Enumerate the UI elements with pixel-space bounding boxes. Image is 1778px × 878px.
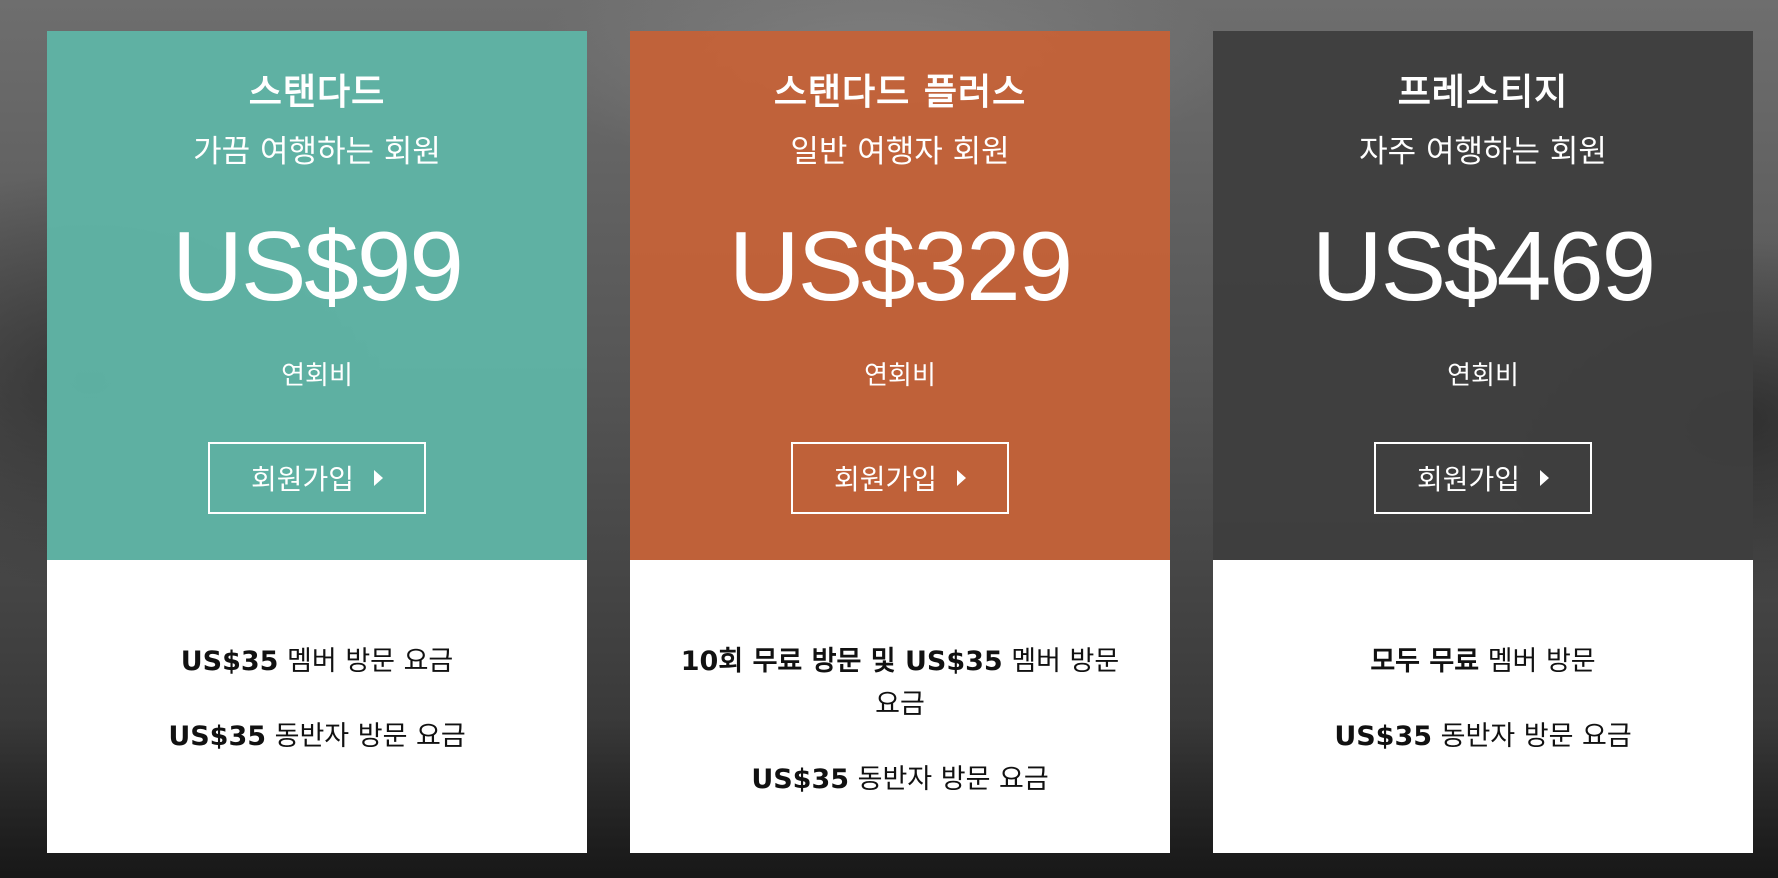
- benefit-bold: US$35: [751, 764, 850, 796]
- plan-benefits: 10회 무료 방문 및 US$35 멤버 방문 요금 US$35 동반자 방문 …: [630, 560, 1170, 853]
- benefit-text: 멤버 방문: [1479, 646, 1596, 677]
- caret-right-icon: [1540, 470, 1550, 487]
- benefit-bold: US$35: [180, 646, 279, 677]
- plan-description: 일반 여행자 회원: [790, 134, 1010, 171]
- plan-card-standard: 스탠다드 가끔 여행하는 회원 US$99 연회비 회원가입 US$35 멤버 …: [47, 31, 587, 853]
- benefit-bold: US$35: [168, 721, 267, 753]
- join-button-label: 회원가입: [1416, 463, 1521, 497]
- benefit-item: 10회 무료 방문 및 US$35 멤버 방문 요금: [670, 640, 1130, 726]
- join-button[interactable]: 회원가입: [208, 442, 426, 515]
- benefit-item: US$35 동반자 방문 요금: [1334, 715, 1631, 758]
- benefit-text: 멤버 방문 요금: [278, 646, 454, 677]
- benefit-bold: 10회 무료 방문 및 US$35: [680, 646, 1003, 677]
- plan-benefits: US$35 멤버 방문 요금 US$35 동반자 방문 요금: [47, 560, 587, 853]
- benefit-bold: US$35: [1334, 721, 1433, 753]
- plan-header-standard-plus: 스탠다드 플러스 일반 여행자 회원 US$329 연회비 회원가입: [630, 31, 1170, 560]
- benefit-text: 동반자 방문 요금: [1432, 721, 1632, 753]
- plan-benefits: 모두 무료 멤버 방문 US$35 동반자 방문 요금: [1213, 560, 1753, 853]
- benefit-item: US$35 동반자 방문 요금: [168, 715, 465, 758]
- caret-right-icon: [374, 470, 384, 487]
- plan-header-standard: 스탠다드 가끔 여행하는 회원 US$99 연회비 회원가입: [47, 31, 587, 560]
- pricing-cards: 스탠다드 가끔 여행하는 회원 US$99 연회비 회원가입 US$35 멤버 …: [47, 31, 1753, 853]
- plan-price: US$99: [172, 211, 464, 322]
- price-note: 연회비: [1447, 361, 1519, 392]
- join-button[interactable]: 회원가입: [791, 442, 1009, 515]
- join-button-label: 회원가입: [250, 463, 355, 497]
- plan-price: US$469: [1311, 211, 1656, 322]
- plan-name: 프레스티지: [1397, 72, 1569, 113]
- caret-right-icon: [957, 470, 967, 487]
- benefit-item: US$35 동반자 방문 요금: [751, 758, 1048, 801]
- join-button-label: 회원가입: [833, 463, 938, 497]
- plan-card-prestige: 프레스티지 자주 여행하는 회원 US$469 연회비 회원가입 모두 무료 멤…: [1213, 31, 1753, 853]
- benefit-text: 동반자 방문 요금: [849, 764, 1049, 796]
- benefit-bold: 모두 무료: [1370, 646, 1480, 677]
- benefit-text: 동반자 방문 요금: [266, 721, 466, 753]
- plan-name: 스탠다드: [248, 72, 386, 113]
- price-note: 연회비: [864, 361, 936, 392]
- benefit-item: US$35 멤버 방문 요금: [181, 640, 454, 683]
- plan-description: 가끔 여행하는 회원: [193, 134, 441, 171]
- plan-header-prestige: 프레스티지 자주 여행하는 회원 US$469 연회비 회원가입: [1213, 31, 1753, 560]
- plan-name: 스탠다드 플러스: [773, 72, 1027, 113]
- plan-card-standard-plus: 스탠다드 플러스 일반 여행자 회원 US$329 연회비 회원가입 10회 무…: [630, 31, 1170, 853]
- plan-price: US$329: [728, 211, 1073, 322]
- join-button[interactable]: 회원가입: [1374, 442, 1592, 515]
- price-note: 연회비: [281, 361, 353, 392]
- plan-description: 자주 여행하는 회원: [1359, 134, 1607, 171]
- benefit-item: 모두 무료 멤버 방문: [1370, 640, 1595, 683]
